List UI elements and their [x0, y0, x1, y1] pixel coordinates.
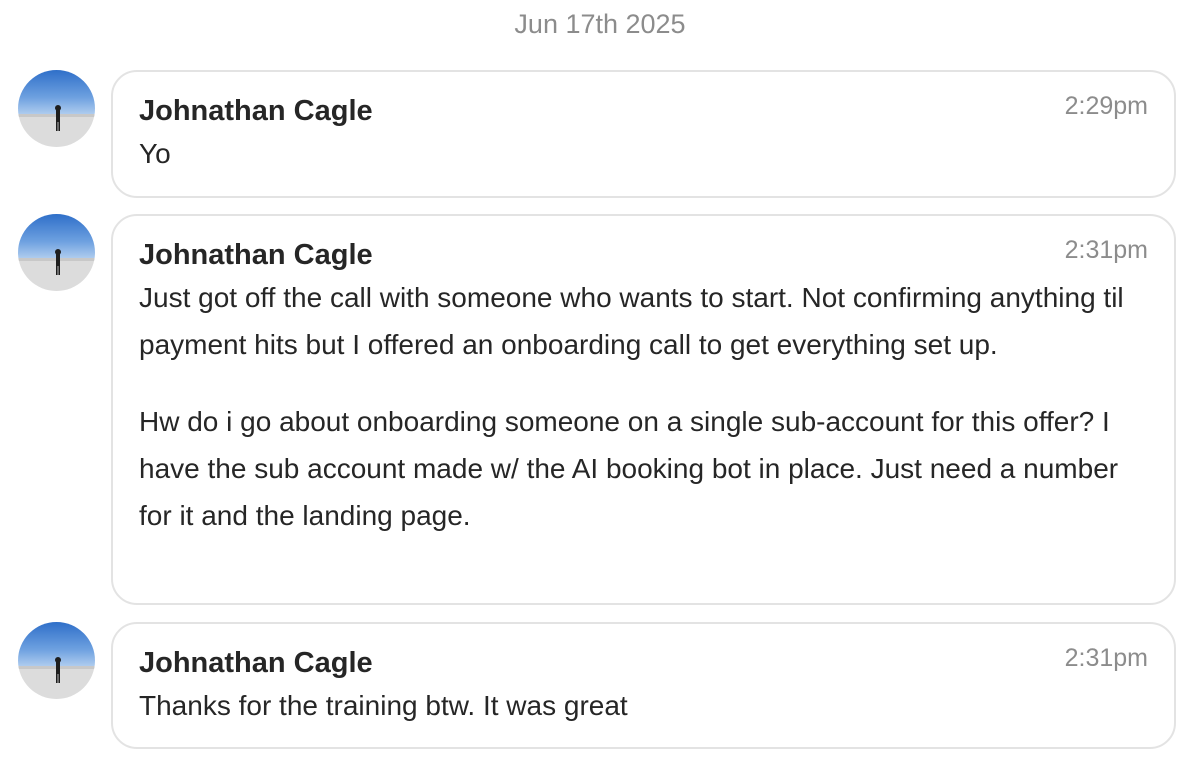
- avatar-photo-icon: [18, 70, 95, 147]
- message-text: Yo: [139, 138, 171, 169]
- avatar-photo-icon: [18, 622, 95, 699]
- message-bubble: Johnathan Cagle 2:31pm Thanks for the tr…: [111, 622, 1176, 749]
- avatar[interactable]: [18, 214, 95, 291]
- sender-name[interactable]: Johnathan Cagle: [139, 644, 1148, 682]
- sender-name[interactable]: Johnathan Cagle: [139, 236, 1148, 274]
- message-timestamp: 2:29pm: [1064, 92, 1148, 120]
- message-text: Hw do i go about onboarding someone on a…: [139, 406, 1119, 531]
- avatar[interactable]: [18, 70, 95, 147]
- avatar-photo-icon: [18, 214, 95, 291]
- message-text: Thanks for the training btw. It was grea…: [139, 690, 628, 721]
- message-timestamp: 2:31pm: [1064, 236, 1148, 264]
- message-bubble: Johnathan Cagle 2:29pm Yo: [111, 70, 1176, 198]
- avatar[interactable]: [18, 622, 95, 699]
- sender-name[interactable]: Johnathan Cagle: [139, 92, 1148, 130]
- message-text: Just got off the call with someone who w…: [139, 282, 1124, 360]
- message-timestamp: 2:31pm: [1064, 644, 1148, 672]
- message-bubble: Johnathan Cagle 2:31pm Just got off the …: [111, 214, 1176, 605]
- date-divider: Jun 17th 2025: [514, 9, 686, 39]
